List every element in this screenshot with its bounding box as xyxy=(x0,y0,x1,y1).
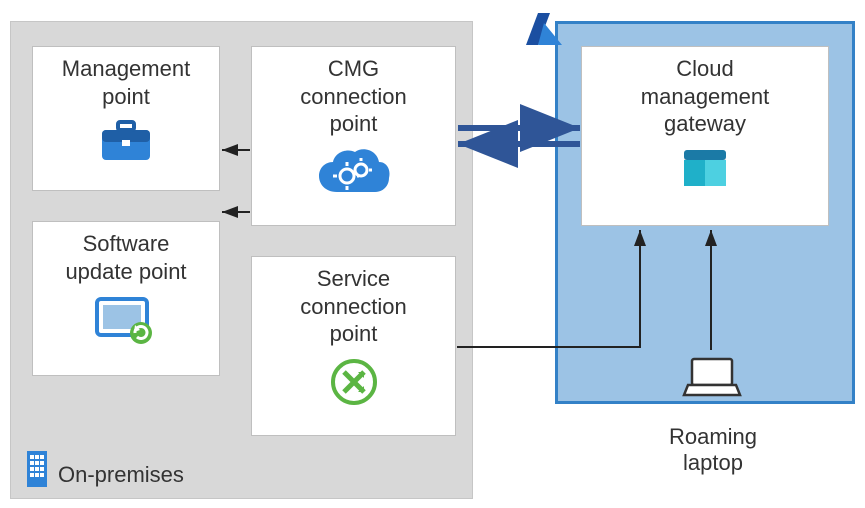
roaming-label-line: laptop xyxy=(653,450,773,476)
node-label: point xyxy=(252,320,455,348)
window-tile-icon xyxy=(680,146,730,190)
roaming-label-line: Roaming xyxy=(653,424,773,450)
node-service-connection-point: Service connection point xyxy=(251,256,456,436)
node-cloud-management-gateway: Cloud management gateway xyxy=(581,46,829,226)
briefcase-icon xyxy=(98,118,154,164)
node-label: point xyxy=(33,83,219,111)
laptop-icon xyxy=(682,355,742,400)
node-cmg-connection-point: CMG connection point xyxy=(251,46,456,226)
node-label: Service xyxy=(252,265,455,293)
node-label: management xyxy=(582,83,828,111)
node-label: connection xyxy=(252,293,455,321)
node-label: Management xyxy=(33,55,219,83)
tablet-refresh-icon xyxy=(93,293,159,345)
node-label: Software xyxy=(33,230,219,258)
onprem-label: On-premises xyxy=(58,462,184,488)
diagram-canvas: On-premises Management point CMG connect… xyxy=(0,0,865,508)
azure-logo-icon xyxy=(524,9,564,49)
building-icon xyxy=(22,449,52,489)
node-software-update-point: Software update point xyxy=(32,221,220,376)
node-label: CMG xyxy=(252,55,455,83)
node-label: point xyxy=(252,110,455,138)
node-label: update point xyxy=(33,258,219,286)
roaming-laptop-label: Roaming laptop xyxy=(653,424,773,476)
node-label: connection xyxy=(252,83,455,111)
node-label: gateway xyxy=(582,110,828,138)
node-management-point: Management point xyxy=(32,46,220,191)
cloud-gears-icon xyxy=(315,146,393,198)
node-label: Cloud xyxy=(582,55,828,83)
cross-arrows-circle-icon xyxy=(328,356,380,408)
